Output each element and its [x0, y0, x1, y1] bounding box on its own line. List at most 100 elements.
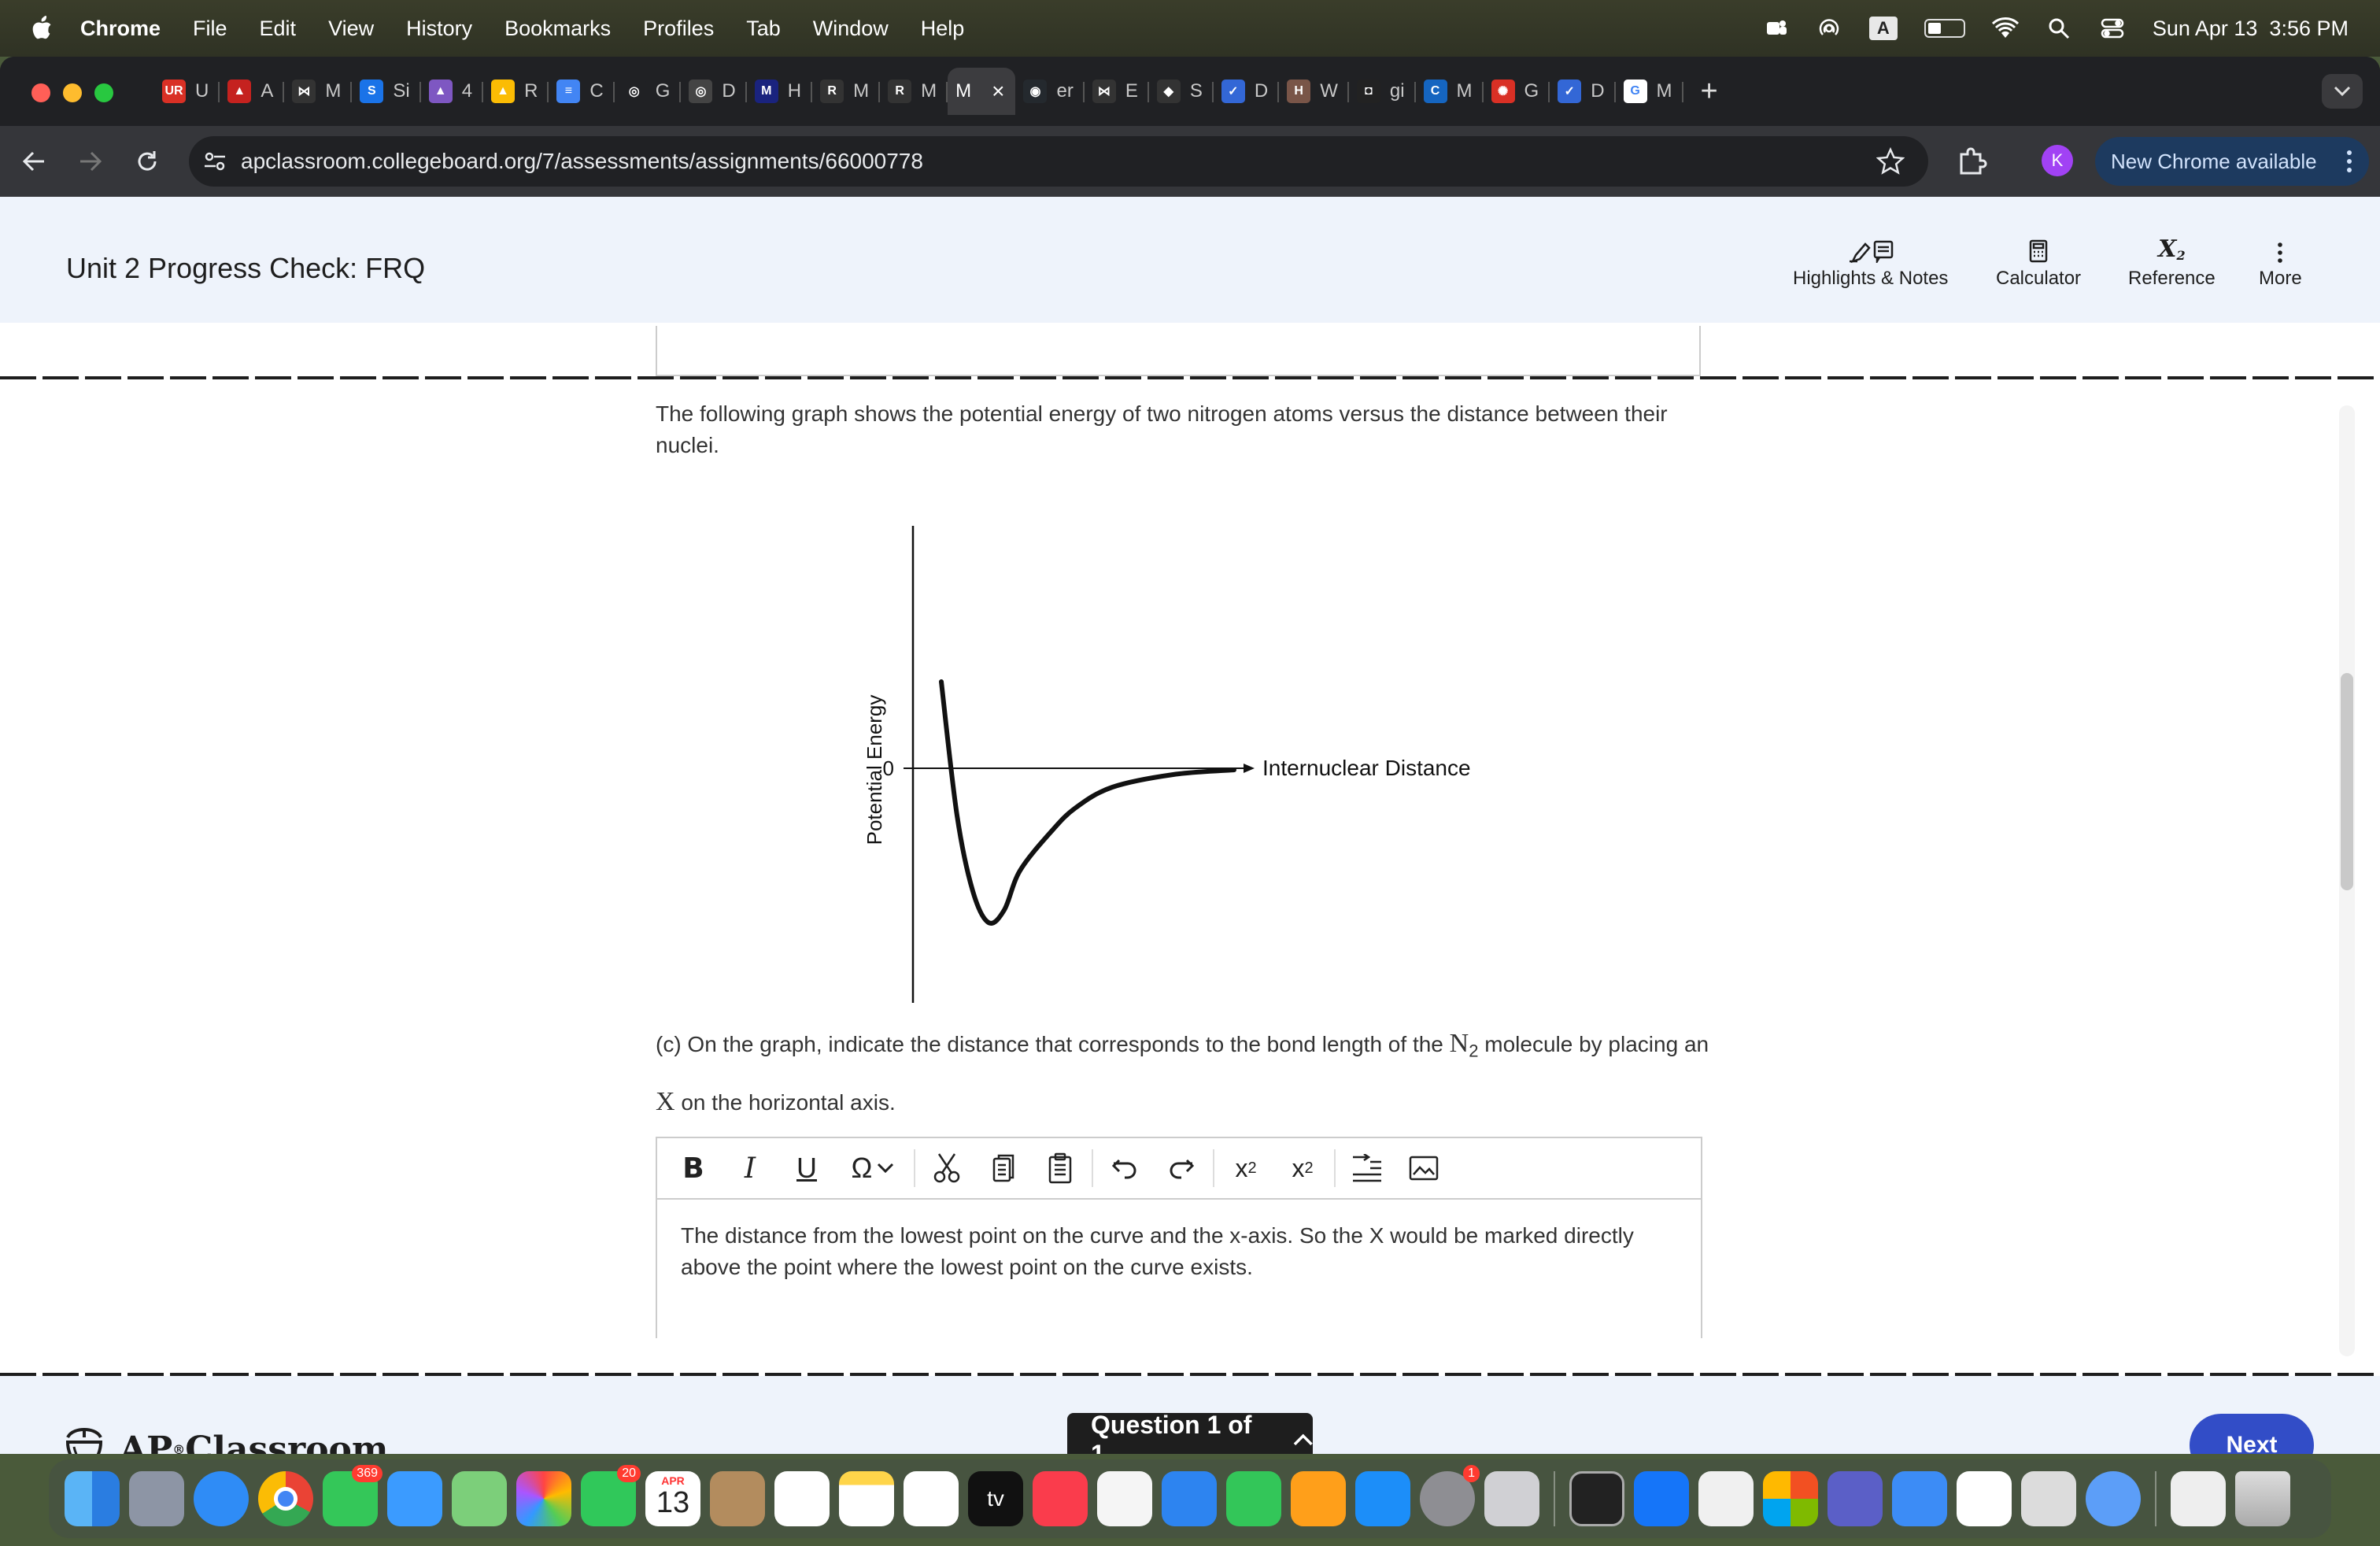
screenshot-icon[interactable] — [2021, 1471, 2076, 1526]
teams-status-icon[interactable] — [1762, 17, 1789, 40]
browser-tab[interactable]: HW — [1279, 68, 1349, 115]
new-tab-button[interactable]: + — [1701, 75, 1732, 109]
close-window-button[interactable] — [31, 83, 50, 102]
menu-edit[interactable]: Edit — [260, 17, 297, 41]
close-tab-icon[interactable]: × — [992, 79, 1004, 104]
browser-tab[interactable]: GM — [1616, 68, 1683, 115]
launchpad-icon[interactable] — [129, 1471, 184, 1526]
menu-app-chrome[interactable]: Chrome — [80, 17, 161, 41]
downloads-stack-icon[interactable] — [2171, 1471, 2226, 1526]
superscript-button[interactable]: x2 — [1218, 1137, 1274, 1199]
highlights-notes-button[interactable]: Highlights & Notes — [1793, 233, 1948, 290]
notes-icon[interactable] — [839, 1471, 894, 1526]
browser-tab[interactable]: CM — [1416, 68, 1484, 115]
apple-tv-icon[interactable]: tv — [968, 1471, 1023, 1526]
keynote-icon[interactable] — [1162, 1471, 1217, 1526]
system-settings-icon[interactable]: 1 — [1420, 1465, 1480, 1526]
new-chrome-available-button[interactable]: New Chrome available — [2095, 137, 2369, 186]
extensions-puzzle-icon[interactable] — [1955, 143, 1990, 178]
input-source-indicator[interactable]: A — [1868, 17, 1898, 40]
answer-textarea[interactable]: The distance from the lowest point on th… — [657, 1200, 1701, 1304]
music-icon[interactable] — [1033, 1471, 1088, 1526]
news-icon[interactable] — [1097, 1471, 1152, 1526]
undo-icon[interactable] — [1096, 1137, 1153, 1199]
bold-button[interactable]: B — [665, 1137, 722, 1199]
next-button[interactable]: Next — [2190, 1414, 2314, 1454]
browser-tab[interactable]: ◉ er — [1015, 68, 1085, 115]
browser-tab[interactable]: ✓ D — [1550, 68, 1616, 115]
wifi-icon[interactable] — [1991, 17, 2019, 40]
maximize-window-button[interactable] — [94, 83, 113, 102]
menu-clock[interactable]: Sun Apr 13 3:56 PM — [2153, 17, 2349, 41]
site-info-icon[interactable] — [200, 146, 230, 176]
insert-image-icon[interactable] — [1395, 1137, 1452, 1199]
menu-profiles[interactable]: Profiles — [643, 17, 714, 41]
safari-technology-preview-icon[interactable] — [2086, 1471, 2141, 1526]
browser-tab[interactable]: ◆ S — [1149, 68, 1214, 115]
freeform-icon[interactable] — [904, 1471, 959, 1526]
safari-icon[interactable] — [194, 1471, 249, 1526]
microsoft-installer-icon[interactable] — [1763, 1471, 1818, 1526]
indent-icon[interactable] — [1339, 1137, 1395, 1199]
pages-icon[interactable] — [1291, 1471, 1346, 1526]
calculator-button[interactable]: Calculator — [1996, 233, 2081, 290]
minimize-window-button[interactable] — [63, 83, 82, 102]
finder-icon[interactable] — [65, 1471, 120, 1526]
browser-tab[interactable]: ✺ G — [1484, 68, 1550, 115]
unity-icon[interactable] — [1957, 1471, 2012, 1526]
browser-tab[interactable]: UR U — [154, 68, 220, 115]
facetime-icon[interactable]: 20 — [581, 1465, 641, 1526]
reference-button[interactable]: X2 Reference — [2128, 233, 2216, 290]
menu-bookmarks[interactable]: Bookmarks — [504, 17, 611, 41]
browser-tab[interactable]: RM — [880, 68, 948, 115]
address-bar[interactable]: apclassroom.collegeboard.org/7/assessmen… — [189, 136, 1928, 187]
browser-tab[interactable]: ≡ C — [549, 68, 615, 115]
bookmark-star-icon[interactable] — [1876, 147, 1905, 176]
browser-tab[interactable]: ⋈ M — [284, 68, 353, 115]
maps-icon[interactable] — [452, 1471, 507, 1526]
simulator-icon[interactable] — [1892, 1471, 1947, 1526]
browser-tab[interactable]: ▲ A — [220, 68, 285, 115]
scrollbar-thumb[interactable] — [2341, 673, 2353, 890]
question-navigator-button[interactable]: Question 1 of 1 — [1067, 1411, 1313, 1454]
control-center-icon[interactable] — [2099, 17, 2126, 40]
chrome-icon[interactable] — [258, 1471, 313, 1526]
tab-search-button[interactable] — [2322, 74, 2363, 109]
potential-energy-graph[interactable]: 0 Potential Energy Internuclear Distance — [850, 526, 1543, 1006]
messages-icon[interactable]: 369 — [323, 1465, 382, 1526]
menu-history[interactable]: History — [406, 17, 472, 41]
underline-button[interactable]: U — [778, 1137, 835, 1199]
special-characters-button[interactable]: Ω — [835, 1137, 911, 1199]
browser-tab[interactable]: M × — [948, 68, 1016, 115]
trash-icon[interactable] — [2235, 1471, 2290, 1526]
browser-tab[interactable]: ▲ 4 — [421, 68, 484, 115]
more-button[interactable]: More — [2259, 233, 2302, 290]
browser-tab[interactable]: ◎ G — [615, 68, 682, 115]
copy-icon[interactable] — [975, 1137, 1032, 1199]
battery-icon[interactable] — [1924, 19, 1965, 38]
question-scroll-area[interactable]: The following graph shows the potential … — [0, 326, 2314, 1338]
airdrop-icon[interactable] — [1816, 17, 1842, 40]
iphone-mirroring-icon[interactable] — [1484, 1471, 1539, 1526]
profile-avatar[interactable]: K — [2042, 145, 2073, 176]
contacts-icon[interactable] — [710, 1471, 765, 1526]
browser-tab[interactable]: ◎ D — [681, 68, 747, 115]
browser-tab[interactable]: ◘ gi — [1349, 68, 1416, 115]
terminal-icon[interactable] — [1569, 1471, 1624, 1526]
browser-tab[interactable]: ⋈ E — [1085, 68, 1149, 115]
browser-tab[interactable]: S Si — [352, 68, 421, 115]
teams-icon[interactable] — [1828, 1471, 1883, 1526]
browser-tab[interactable]: RM — [812, 68, 881, 115]
numbers-icon[interactable] — [1226, 1471, 1281, 1526]
reminders-icon[interactable] — [774, 1471, 830, 1526]
menu-tab[interactable]: Tab — [746, 17, 781, 41]
forward-button[interactable] — [72, 143, 109, 179]
menu-file[interactable]: File — [193, 17, 227, 41]
paste-icon[interactable] — [1032, 1137, 1088, 1199]
back-button[interactable] — [16, 143, 52, 179]
browser-tab[interactable]: ▲ R — [483, 68, 549, 115]
photos-icon[interactable] — [516, 1471, 571, 1526]
browser-tab[interactable]: ✓ D — [1214, 68, 1280, 115]
textedit-icon[interactable] — [1698, 1471, 1754, 1526]
xcode-icon[interactable] — [1634, 1471, 1689, 1526]
